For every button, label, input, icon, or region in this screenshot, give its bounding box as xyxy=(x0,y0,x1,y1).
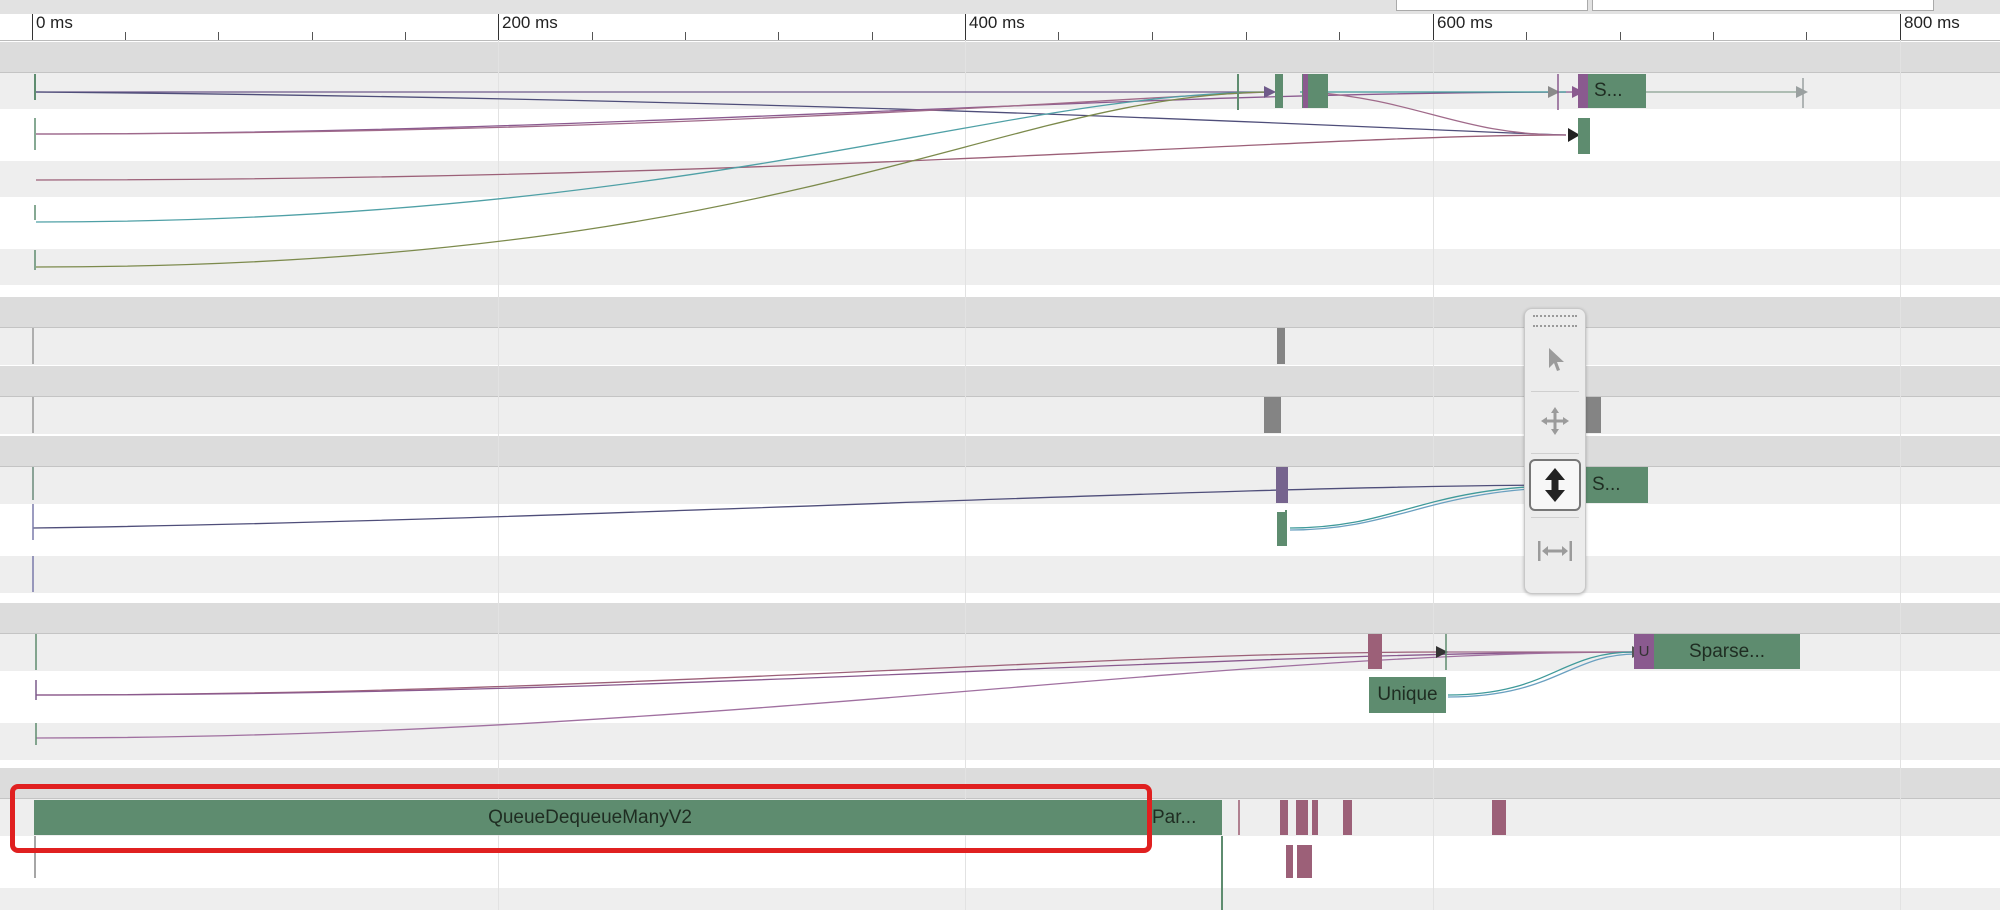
ruler-label-400ms: 400 ms xyxy=(969,13,1025,32)
ruler-minor-tick xyxy=(1526,32,1527,40)
ruler-minor-tick xyxy=(872,32,873,40)
ruler-major-tick xyxy=(32,14,33,40)
ruler-minor-tick xyxy=(1246,32,1247,40)
process-header[interactable] xyxy=(0,603,2000,634)
cursor-arrow-icon xyxy=(1549,348,1564,371)
thread-row[interactable] xyxy=(0,723,2000,760)
slice-par[interactable]: Par... xyxy=(1146,800,1222,835)
ruler-minor-tick xyxy=(1058,32,1059,40)
thread-row[interactable] xyxy=(0,73,2000,109)
thread-row[interactable] xyxy=(0,197,2000,249)
move-arrows-icon xyxy=(1541,407,1569,435)
toolbar-separator xyxy=(1531,391,1579,392)
process-header[interactable] xyxy=(0,436,2000,467)
slice[interactable] xyxy=(1276,467,1288,503)
ruler-minor-tick xyxy=(685,32,686,40)
slice[interactable] xyxy=(1297,845,1312,878)
slice-s1[interactable]: S... xyxy=(1588,74,1646,108)
slice[interactable] xyxy=(1238,800,1240,835)
ruler-label-200ms: 200 ms xyxy=(502,13,558,32)
ruler-minor-tick xyxy=(1620,32,1621,40)
thread-row[interactable] xyxy=(0,504,2000,556)
process-header[interactable] xyxy=(0,366,2000,397)
slice[interactable] xyxy=(1264,397,1281,433)
thread-row[interactable] xyxy=(0,760,2000,768)
ruler-major-tick xyxy=(498,14,499,40)
thread-row[interactable] xyxy=(0,249,2000,285)
thread-row[interactable] xyxy=(0,888,2000,910)
slice-sparse[interactable]: Sparse... xyxy=(1654,634,1800,669)
process-header[interactable] xyxy=(0,297,2000,328)
time-ruler[interactable]: 0 ms 200 ms 400 ms 600 ms 800 ms xyxy=(0,0,2000,41)
thread-row[interactable] xyxy=(0,593,2000,603)
slice[interactable] xyxy=(1586,397,1601,433)
grid-line xyxy=(498,40,499,910)
ruler-minor-tick xyxy=(1152,32,1153,40)
slice[interactable] xyxy=(1277,328,1285,364)
slice[interactable] xyxy=(1578,118,1590,154)
ruler-range-box[interactable] xyxy=(1592,0,1934,11)
ruler-label-600ms: 600 ms xyxy=(1437,13,1493,32)
mouse-mode-toolbar[interactable] xyxy=(1524,308,1586,594)
ruler-minor-tick xyxy=(1713,32,1714,40)
ruler-range-box[interactable] xyxy=(1396,0,1588,11)
pan-tool-button[interactable] xyxy=(1529,395,1581,447)
slice-s2[interactable]: S... xyxy=(1586,467,1648,503)
ruler-minor-tick xyxy=(405,32,406,40)
thread-row[interactable] xyxy=(0,285,2000,297)
slice[interactable] xyxy=(1277,512,1287,546)
thread-row[interactable] xyxy=(0,671,2000,723)
thread-row[interactable] xyxy=(0,467,2000,504)
slice-unique-small[interactable]: U xyxy=(1636,634,1652,669)
slice[interactable] xyxy=(1492,800,1506,835)
slice[interactable] xyxy=(1296,800,1308,835)
slice[interactable] xyxy=(1312,800,1318,835)
slice[interactable] xyxy=(1275,74,1283,108)
vertical-arrows-icon xyxy=(1545,468,1565,502)
grid-line xyxy=(1900,40,1901,910)
selection-tool-button[interactable] xyxy=(1529,333,1581,385)
slice[interactable] xyxy=(1368,634,1382,669)
ruler-minor-tick xyxy=(1339,32,1340,40)
process-header[interactable] xyxy=(0,42,2000,73)
thread-row[interactable] xyxy=(0,328,2000,365)
toolbar-separator xyxy=(1531,453,1579,454)
ruler-minor-tick xyxy=(1806,32,1807,40)
slice[interactable] xyxy=(1303,74,1308,108)
slice[interactable] xyxy=(1286,845,1293,878)
zoom-tool-button[interactable] xyxy=(1529,459,1581,511)
thread-row[interactable] xyxy=(0,556,2000,593)
grid-line xyxy=(1433,40,1434,910)
ruler-minor-tick xyxy=(778,32,779,40)
highlight-box xyxy=(10,784,1152,853)
drag-handle[interactable] xyxy=(1533,315,1577,327)
ruler-minor-tick xyxy=(312,32,313,40)
grid-line xyxy=(965,40,966,910)
slice[interactable] xyxy=(1280,800,1288,835)
ruler-minor-tick xyxy=(218,32,219,40)
thread-row[interactable] xyxy=(0,161,2000,197)
horizontal-range-icon xyxy=(1538,541,1572,561)
slice[interactable] xyxy=(1343,800,1352,835)
ruler-label-0ms: 0 ms xyxy=(36,13,73,32)
thread-row[interactable] xyxy=(0,109,2000,161)
slice[interactable] xyxy=(1578,74,1588,108)
ruler-major-tick xyxy=(965,14,966,40)
ruler-major-tick xyxy=(1900,14,1901,40)
ruler-label-800ms: 800 ms xyxy=(1904,13,1960,32)
ruler-minor-tick xyxy=(592,32,593,40)
ruler-minor-tick xyxy=(125,32,126,40)
toolbar-separator xyxy=(1531,517,1579,518)
timing-tool-button[interactable] xyxy=(1529,525,1581,577)
thread-row[interactable] xyxy=(0,397,2000,434)
slice-unique[interactable]: Unique xyxy=(1369,677,1446,713)
ruler-major-tick xyxy=(1433,14,1434,40)
